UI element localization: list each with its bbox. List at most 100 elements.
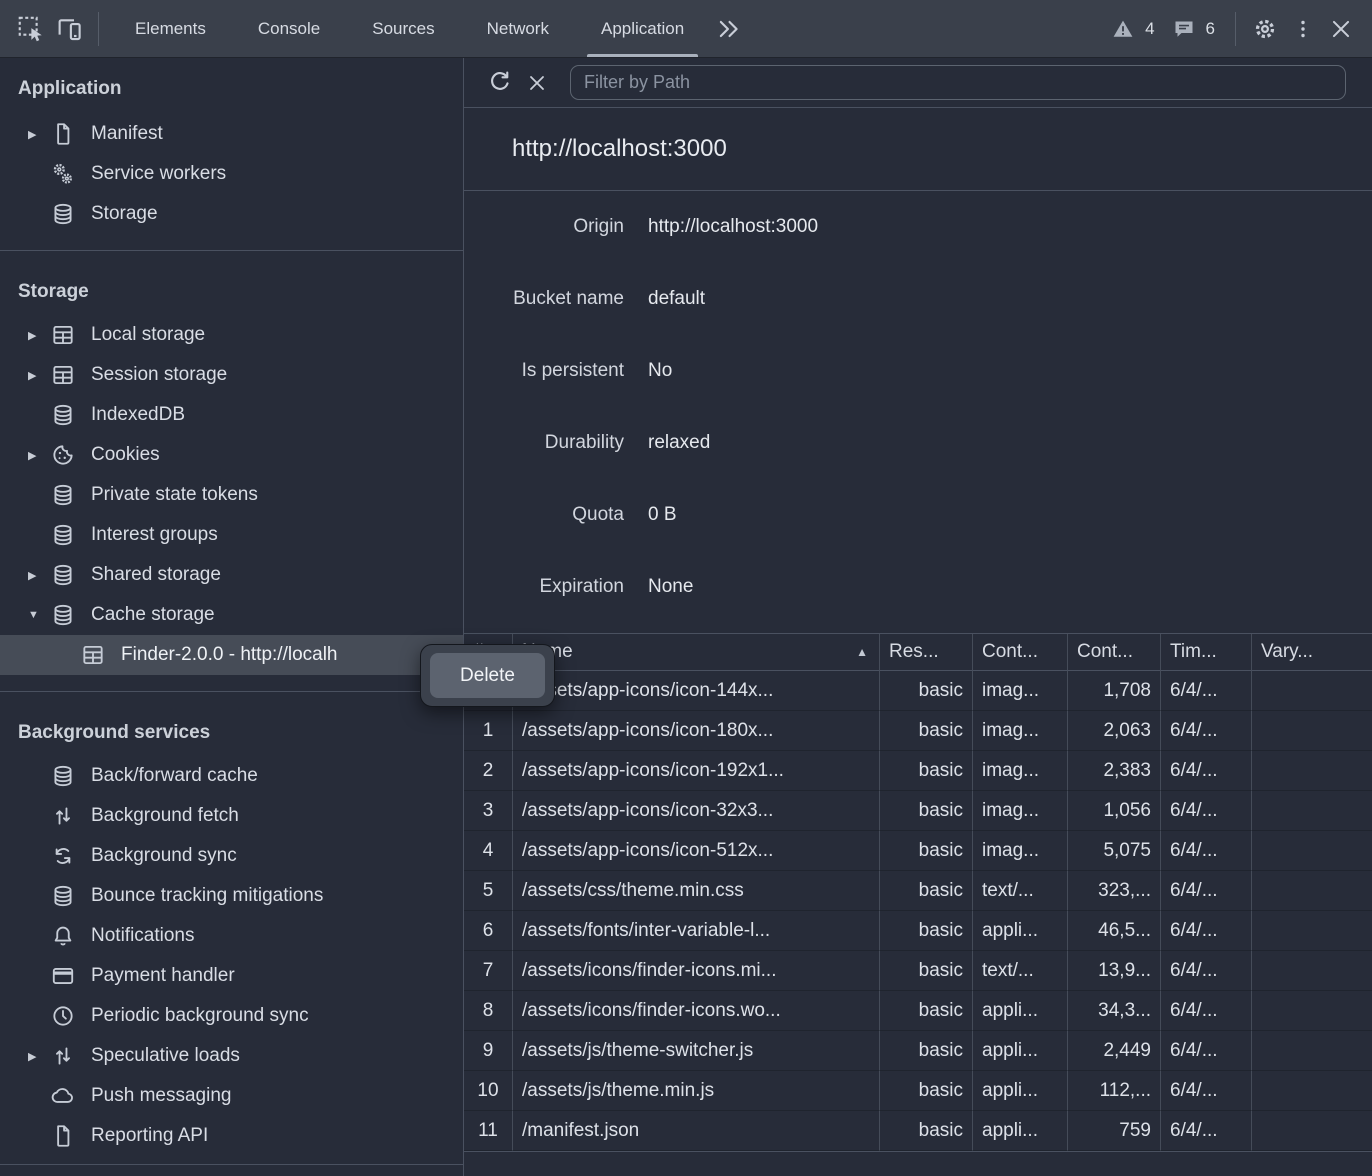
table-row[interactable]: 1 /assets/app-icons/icon-180x... basic i… — [464, 711, 1372, 751]
cell-vary — [1252, 1111, 1372, 1151]
more-options-button[interactable] — [1284, 10, 1322, 48]
close-icon — [1328, 16, 1354, 42]
cell-content-type: imag... — [973, 671, 1068, 711]
sidebar-item[interactable]: ▶ Local storage — [0, 315, 463, 355]
column-header-name[interactable]: Name ▲ — [513, 634, 880, 671]
expand-arrow[interactable]: ▼ — [28, 609, 50, 621]
devtools-toolbar: Elements Console Sources Network — [0, 0, 1372, 58]
panel-tab[interactable]: Console — [242, 0, 336, 57]
table-row[interactable]: 11 /manifest.json basic appli... 759 6/4… — [464, 1111, 1372, 1151]
column-header-response-type[interactable]: Res... — [880, 634, 973, 671]
sidebar-item-label: Local storage — [91, 324, 205, 346]
expand-arrow[interactable]: ▶ — [28, 1050, 50, 1063]
sidebar-item-label: Private state tokens — [91, 484, 258, 506]
sidebar-item[interactable]: Finder-2.0.0 - http://localh — [0, 635, 463, 675]
filter-by-path-input[interactable] — [570, 65, 1346, 100]
inspect-element-button[interactable] — [12, 10, 50, 48]
sidebar-item[interactable]: Payment handler — [0, 956, 463, 996]
panel-tab[interactable]: Sources — [356, 0, 450, 57]
detail-value: relaxed — [648, 432, 710, 454]
section-application-items: ▶ Manifest Service workers Storage — [0, 114, 463, 234]
column-header-content-length[interactable]: Cont... — [1068, 634, 1161, 671]
sidebar-item[interactable]: ▼ Cache storage — [0, 595, 463, 635]
sidebar-item[interactable]: Background fetch — [0, 796, 463, 836]
column-header-vary[interactable]: Vary... — [1252, 634, 1372, 671]
updown-icon — [50, 803, 76, 829]
cell-vary — [1252, 991, 1372, 1031]
panel-tab[interactable]: Application — [585, 0, 700, 57]
sidebar-item[interactable]: ▶ Session storage — [0, 355, 463, 395]
table-row[interactable]: 2 /assets/app-icons/icon-192x1... basic … — [464, 751, 1372, 791]
sidebar-item[interactable]: Back/forward cache — [0, 756, 463, 796]
settings-button[interactable] — [1246, 10, 1284, 48]
cell-name: /assets/js/theme-switcher.js — [513, 1031, 880, 1071]
cell-content-length: 2,449 — [1068, 1031, 1161, 1071]
cell-response-type: basic — [880, 1031, 973, 1071]
table-row[interactable]: 8 /assets/icons/finder-icons.wo... basic… — [464, 991, 1372, 1031]
table-row[interactable]: 5 /assets/css/theme.min.css basic text/.… — [464, 871, 1372, 911]
cell-response-type: basic — [880, 831, 973, 871]
table-row[interactable]: 6 /assets/fonts/inter-variable-l... basi… — [464, 911, 1372, 951]
column-header-content-type[interactable]: Cont... — [973, 634, 1068, 671]
detail-row: Bucket name default — [464, 263, 1372, 335]
table-row[interactable]: 9 /assets/js/theme-switcher.js basic app… — [464, 1031, 1372, 1071]
expand-arrow[interactable]: ▶ — [28, 449, 50, 462]
sidebar-item[interactable]: Periodic background sync — [0, 996, 463, 1036]
sidebar-item[interactable]: Push messaging — [0, 1076, 463, 1116]
cell-name: /assets/js/theme.min.js — [513, 1071, 880, 1111]
sidebar-item[interactable]: Private state tokens — [0, 475, 463, 515]
delete-menu-item[interactable]: Delete — [430, 653, 545, 698]
column-header-time-cached[interactable]: Tim... — [1161, 634, 1252, 671]
sidebar-item[interactable]: ▶ Shared storage — [0, 555, 463, 595]
expand-arrow[interactable]: ▶ — [28, 569, 50, 582]
table-row[interactable]: 10 /assets/js/theme.min.js basic appli..… — [464, 1071, 1372, 1111]
sidebar-item-label: Background fetch — [91, 805, 239, 827]
sidebar-item[interactable]: Interest groups — [0, 515, 463, 555]
warning-icon — [1111, 17, 1135, 41]
expand-arrow[interactable]: ▶ — [28, 329, 50, 342]
cell-response-type: basic — [880, 991, 973, 1031]
detail-label: Expiration — [464, 576, 624, 598]
db-icon — [50, 562, 76, 588]
more-tabs-button[interactable] — [710, 10, 748, 48]
table-row[interactable]: 0 /assets/app-icons/icon-144x... basic i… — [464, 671, 1372, 711]
table-row[interactable]: 7 /assets/icons/finder-icons.mi... basic… — [464, 951, 1372, 991]
sidebar-item[interactable]: Reporting API — [0, 1116, 463, 1156]
panel-tab[interactable]: Network — [471, 0, 565, 57]
gears-icon — [50, 161, 76, 187]
devtools-window: Elements Console Sources Network — [0, 0, 1372, 1176]
detail-row: Durability relaxed — [464, 407, 1372, 479]
expand-arrow[interactable]: ▶ — [28, 128, 50, 141]
sidebar-item[interactable]: IndexedDB — [0, 395, 463, 435]
sidebar-item[interactable]: Bounce tracking mitigations — [0, 876, 463, 916]
cell-content-type: text/... — [973, 871, 1068, 911]
expand-arrow[interactable]: ▶ — [28, 369, 50, 382]
sidebar-item[interactable]: Notifications — [0, 916, 463, 956]
sidebar-item[interactable]: Background sync — [0, 836, 463, 876]
panel-tab[interactable]: Elements — [119, 0, 222, 57]
sidebar-item[interactable]: Storage — [0, 194, 463, 234]
sidebar-item[interactable]: Service workers — [0, 154, 463, 194]
refresh-icon — [486, 69, 513, 96]
sidebar-item-label: Manifest — [91, 123, 163, 145]
cell-content-length: 1,056 — [1068, 791, 1161, 831]
close-devtools-button[interactable] — [1322, 10, 1360, 48]
cell-content-type: appli... — [973, 991, 1068, 1031]
sidebar-item[interactable]: ▶ Manifest — [0, 114, 463, 154]
clear-button[interactable] — [518, 64, 556, 102]
cell-time-cached: 6/4/... — [1161, 951, 1252, 991]
cell-content-type: appli... — [973, 1031, 1068, 1071]
issues-button[interactable] — [1165, 10, 1203, 48]
warnings-button[interactable] — [1104, 10, 1142, 48]
panel-tabs: Elements Console Sources Network — [109, 0, 710, 57]
device-toolbar-button[interactable] — [50, 10, 88, 48]
sidebar-item-label: Reporting API — [91, 1125, 208, 1147]
sidebar-item[interactable]: ▶ Speculative loads — [0, 1036, 463, 1076]
cell-response-type: basic — [880, 951, 973, 991]
detail-value: default — [648, 288, 705, 310]
refresh-button[interactable] — [480, 64, 518, 102]
sidebar-item[interactable]: ▶ Cookies — [0, 435, 463, 475]
cell-name: /assets/css/theme.min.css — [513, 871, 880, 911]
table-row[interactable]: 4 /assets/app-icons/icon-512x... basic i… — [464, 831, 1372, 871]
table-row[interactable]: 3 /assets/app-icons/icon-32x3... basic i… — [464, 791, 1372, 831]
